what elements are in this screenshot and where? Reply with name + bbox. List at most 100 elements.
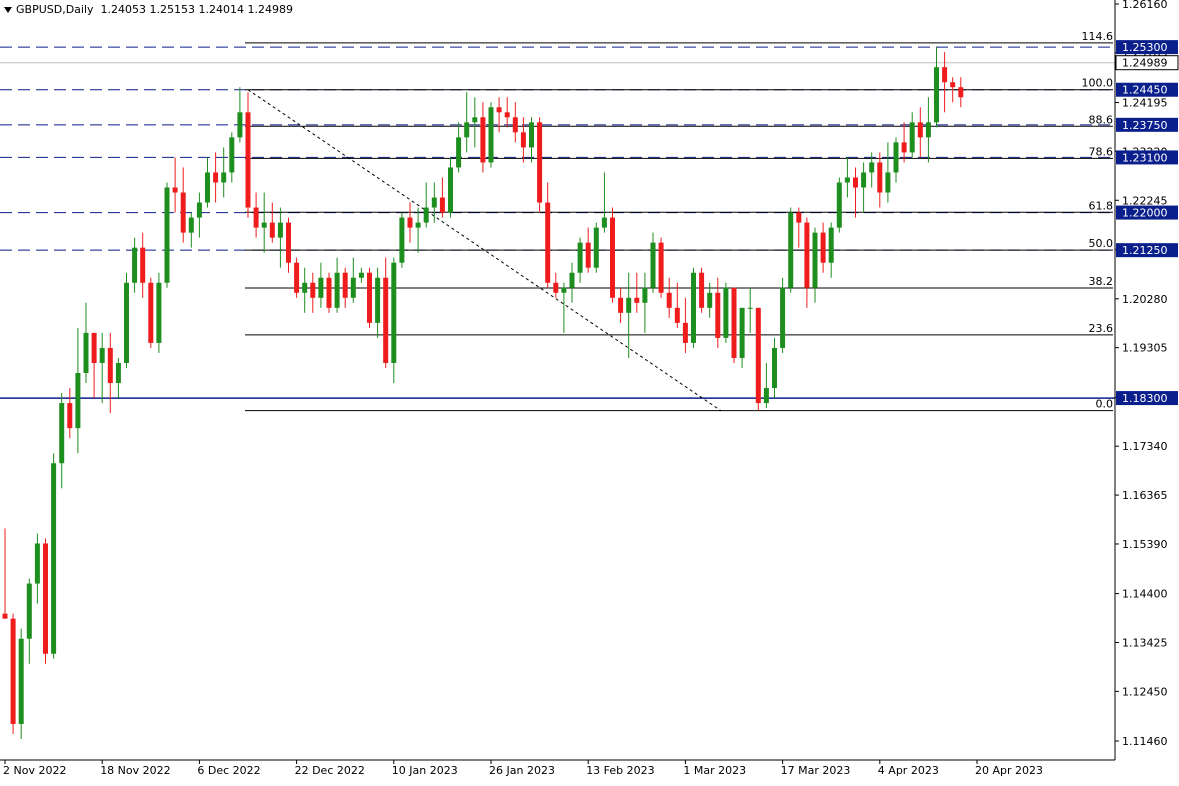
bull-candle	[221, 172, 227, 183]
current-price-tag-label: 1.24989	[1122, 57, 1168, 70]
bear-candle	[496, 107, 502, 113]
price-tick-label: 1.11460	[1122, 735, 1168, 748]
bear-candle	[820, 232, 826, 263]
bull-candle	[934, 67, 939, 123]
bear-candle	[253, 207, 259, 228]
time-tick-label: 1 Mar 2023	[683, 764, 746, 777]
bull-candle	[188, 217, 194, 233]
bull-candle	[83, 332, 89, 374]
bull-candle	[577, 242, 583, 273]
level-price-tag-label: 1.23100	[1122, 151, 1168, 164]
time-tick-label: 18 Nov 2022	[100, 764, 170, 777]
bull-candle	[318, 277, 324, 298]
bull-candle	[650, 242, 656, 288]
bull-candle	[909, 122, 915, 153]
bear-candle	[755, 307, 761, 404]
bull-candle	[99, 347, 105, 363]
bear-candle	[610, 217, 615, 298]
bull-candle	[375, 277, 381, 323]
price-tick-label: 1.14400	[1122, 588, 1168, 601]
bear-candle	[383, 277, 389, 363]
bull-candle	[75, 373, 81, 429]
bull-candle	[415, 222, 421, 228]
bull-candle	[164, 187, 170, 283]
price-tick-label: 1.12450	[1122, 685, 1168, 698]
bear-candle	[682, 322, 688, 343]
fib-level-label: 78.6	[1089, 145, 1114, 158]
bear-candle	[367, 272, 372, 323]
ohlc-low: 1.24014	[198, 3, 245, 16]
level-price-tag-label: 1.18300	[1122, 392, 1168, 405]
bear-candle	[504, 112, 510, 118]
bear-candle	[91, 332, 97, 363]
bear-candle	[326, 277, 332, 308]
bull-candle	[691, 272, 696, 343]
bull-candle	[448, 167, 453, 213]
bull-candle	[593, 227, 599, 268]
chart-menu-triangle-icon[interactable]	[4, 7, 12, 13]
time-tick-label: 17 Mar 2023	[781, 764, 851, 777]
time-tick-label: 26 Jan 2023	[489, 764, 555, 777]
bull-candle	[156, 282, 162, 343]
ohlc-open: 1.24053	[100, 3, 147, 16]
bull-candle	[561, 287, 567, 293]
fib-level-label: 50.0	[1089, 237, 1114, 250]
bear-candle	[2, 613, 8, 619]
fib-level-label: 100.0	[1082, 77, 1114, 90]
bear-candle	[342, 272, 348, 298]
bull-candle	[925, 122, 931, 138]
chart-area[interactable]: 114.6 100.0 88.6 78.6 61.8 50.0 38.2 23.6 0.0 1.…	[0, 0, 1179, 782]
bull-candle	[350, 277, 356, 298]
bear-candle	[439, 197, 445, 213]
bull-candle	[391, 262, 397, 363]
bull-candle	[399, 217, 405, 263]
bull-candle	[861, 172, 867, 188]
fibonacci-retracement[interactable]: 114.6 100.0 88.6 78.6 61.8 50.0 38.2 23.6 0.0	[245, 30, 1114, 412]
level-price-tag-label: 1.21250	[1122, 244, 1168, 257]
bear-candle	[545, 202, 551, 283]
bull-candle	[772, 347, 777, 389]
bull-candle	[707, 292, 713, 308]
price-tick-label: 1.26160	[1122, 0, 1168, 11]
bear-candle	[67, 403, 73, 429]
bear-candle	[553, 282, 559, 293]
bear-candle	[407, 217, 413, 228]
bull-candle	[836, 182, 842, 228]
bear-candle	[537, 122, 543, 203]
time-tick-label: 13 Feb 2023	[586, 764, 654, 777]
time-tick-label: 22 Dec 2022	[295, 764, 365, 777]
bull-candle	[423, 207, 429, 223]
bull-candle	[529, 122, 534, 148]
bear-candle	[715, 292, 721, 338]
bear-candle	[804, 222, 810, 288]
candles	[2, 47, 964, 739]
price-tick-label: 1.24195	[1122, 97, 1168, 110]
bull-candle	[472, 117, 478, 123]
bull-candle	[464, 122, 470, 138]
bear-candle	[140, 247, 146, 283]
bull-candle	[569, 272, 575, 288]
ohlc-high: 1.25153	[149, 3, 196, 16]
time-tick-label: 20 Apr 2023	[975, 764, 1043, 777]
bear-candle	[43, 543, 48, 654]
fib-level-label: 114.6	[1082, 30, 1114, 43]
bear-candle	[520, 132, 526, 148]
price-tick-label: 1.19305	[1122, 342, 1168, 355]
bull-candle	[196, 202, 202, 218]
bull-candle	[780, 287, 786, 348]
price-chart-svg[interactable]: 114.6 100.0 88.6 78.6 61.8 50.0 38.2 23.6 0.0 1.…	[0, 0, 1179, 782]
bull-candle	[488, 107, 494, 163]
bull-candle	[26, 583, 32, 639]
price-tick-label: 1.22245	[1122, 194, 1168, 207]
bull-candle	[358, 272, 364, 278]
bull-candle	[431, 197, 437, 208]
bull-candle	[885, 172, 891, 193]
bull-candle	[601, 217, 607, 228]
bear-candle	[917, 122, 923, 138]
bear-candle	[172, 187, 178, 193]
bull-candle	[456, 137, 462, 168]
bull-candle	[788, 212, 794, 288]
bear-candle	[674, 307, 680, 323]
price-tick-label: 1.13425	[1122, 636, 1168, 649]
bear-candle	[901, 142, 907, 153]
